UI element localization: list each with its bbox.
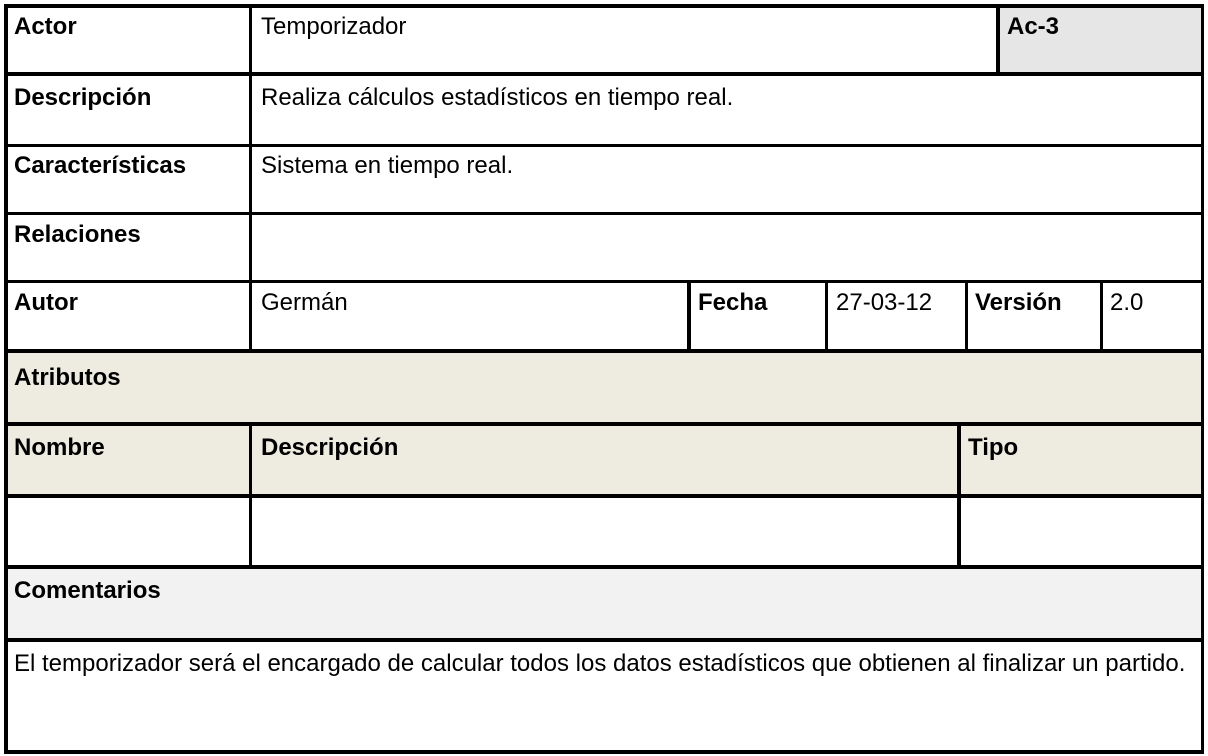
atributos-header-bg — [7, 352, 1201, 422]
description-label: Descripción — [14, 84, 152, 111]
col-separator — [249, 4, 252, 353]
version-label: Versión — [975, 289, 1062, 316]
attributes-col-name: Nombre — [14, 434, 105, 461]
description-value: Realiza cálculos estadísticos en tiempo … — [261, 84, 734, 111]
col-separator — [957, 426, 961, 569]
author-value: Germán — [261, 289, 348, 316]
characteristics-value: Sistema en tiempo real. — [261, 152, 514, 179]
comments-title: Comentarios — [14, 577, 161, 604]
atributos-columns-bg — [7, 426, 1201, 495]
date-label: Fecha — [698, 289, 768, 316]
attributes-col-type: Tipo — [968, 434, 1019, 461]
actor-label: Actor — [14, 13, 77, 40]
comments-text: El temporizador será el encargado de cal… — [14, 650, 1186, 677]
row-separator — [4, 422, 1204, 426]
row-separator — [4, 349, 1204, 353]
row-separator — [4, 144, 1204, 147]
row-separator — [4, 212, 1204, 215]
border-bottom — [4, 750, 1204, 754]
col-separator — [965, 283, 968, 353]
col-separator — [249, 426, 252, 569]
characteristics-label: Características — [14, 152, 187, 179]
col-separator — [1100, 283, 1103, 353]
date-value: 27-03-12 — [836, 289, 933, 316]
col-separator — [687, 283, 691, 353]
row-separator — [4, 494, 1204, 498]
col-separator — [825, 283, 828, 353]
row-separator — [4, 280, 1204, 283]
row-separator — [4, 565, 1204, 569]
relations-label: Relaciones — [14, 221, 141, 248]
row-separator — [4, 72, 1204, 76]
comentarios-header-bg — [7, 568, 1201, 638]
row-separator — [4, 638, 1204, 642]
attributes-title: Atributos — [14, 364, 121, 391]
border-top — [4, 4, 1204, 8]
actor-code: Ac-3 — [1007, 13, 1060, 40]
author-label: Autor — [14, 289, 78, 316]
actor-value: Temporizador — [261, 13, 407, 40]
version-value: 2.0 — [1110, 289, 1144, 316]
col-separator — [996, 4, 1000, 76]
attributes-col-description: Descripción — [261, 434, 399, 461]
